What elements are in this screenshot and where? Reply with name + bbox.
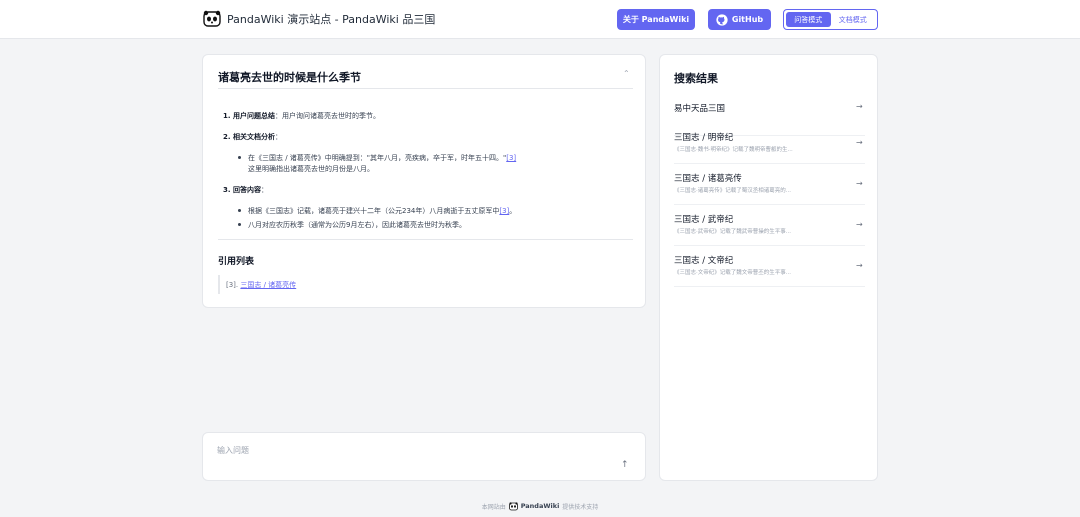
result-snippet: 《三国志·魏书·明帝纪》记载了魏明帝曹叡的生... [674, 147, 793, 153]
search-results-title: 搜索结果 [674, 72, 718, 85]
site-title[interactable]: PandaWiki 演示站点 - PandaWiki 品三国 [227, 11, 435, 27]
github-label: GitHub [731, 15, 764, 24]
section-3-bullet-1-text: 根据《三国志》记载，诸葛亮于建兴十二年（公元234年）八月病逝于五丈原军中 [248, 207, 500, 215]
section-1-label: 1. 用户问题总结 [223, 112, 275, 120]
section-2-bullet-1-cont: 这里明确指出诸葛亮去世的月份是八月。 [248, 165, 374, 173]
references-heading: 引用列表 [218, 257, 255, 267]
reference-index: [3]. [226, 281, 239, 289]
result-divider [674, 286, 865, 287]
answer-section-1: 1. 用户问题总结：用户询问诸葛亮去世时的季节。 [223, 111, 380, 121]
arrow-right-icon: → [856, 102, 863, 111]
mode-qa-option[interactable]: 问答模式 [786, 12, 831, 27]
search-result-item[interactable]: 三国志 / 诸葛亮传 《三国志·诸葛亮传》记载了蜀汉丞相诸葛亮的... → [674, 164, 865, 205]
answer-section-3: 3. 回答内容： [223, 185, 268, 195]
bullet-icon [238, 223, 241, 226]
result-snippet: 《三国志·武帝纪》记载了魏武帝曹操的生平事... [674, 229, 791, 235]
github-button[interactable]: GitHub [708, 9, 771, 30]
mode-toggle: 问答模式 文档模式 [783, 9, 878, 30]
section-2-bullet-1: 在《三国志 / 诸葛亮传》中明确提到："其年八月，亮疾病，卒于军，时年五十四。"… [248, 153, 516, 163]
reference-item: [3]. 三国志 / 诸葛亮传 [226, 280, 296, 290]
arrow-up-send-icon[interactable]: ↑ [621, 460, 629, 470]
result-title: 三国志 / 武帝纪 [674, 215, 734, 225]
section-3-bullet-1-end: 。 [509, 207, 517, 215]
footer-prefix: 本网站由 [481, 503, 506, 511]
answer-card: 诸葛亮去世的时候是什么季节 ⌃ 1. 用户问题总结：用户询问诸葛亮去世时的季节。… [202, 54, 646, 308]
result-title: 三国志 / 诸葛亮传 [674, 174, 742, 184]
footer: 本网站由 PandaWiki 提供技术支持 [0, 500, 1080, 512]
answer-section-2: 2. 相关文档分析： [223, 132, 282, 142]
section-2-colon: ： [274, 133, 282, 141]
citation-link[interactable]: [3] [506, 154, 516, 162]
section-1-text: ：用户询问诸葛亮去世时的季节。 [274, 112, 380, 120]
question-input-card: ↑ [202, 432, 646, 481]
answer-divider [218, 239, 633, 240]
panda-logo-icon [508, 501, 518, 510]
arrow-right-icon: → [856, 220, 863, 229]
arrow-right-icon: → [856, 138, 863, 147]
arrow-right-icon: → [856, 179, 863, 188]
github-icon [716, 13, 728, 26]
search-results-card: 搜索结果 易中天品三国 → 三国志 / 明帝纪 《三国志·魏书·明帝纪》记载了魏… [659, 54, 878, 481]
bullet-icon [238, 156, 241, 159]
result-title: 易中天品三国 [674, 104, 726, 114]
mode-doc-option[interactable]: 文档模式 [831, 12, 876, 27]
section-3-label: 3. 回答内容 [223, 186, 261, 194]
section-3-bullet-2: 八月对应农历秋季（通常为公历9月左右），因此诸葛亮去世时为秋季。 [248, 221, 466, 229]
arrow-right-icon: → [856, 261, 863, 270]
footer-brand-link[interactable]: PandaWiki [521, 502, 560, 510]
section-3-colon: ： [260, 186, 268, 194]
citation-link[interactable]: [3] [499, 207, 509, 215]
search-result-item[interactable]: 三国志 / 文帝纪 《三国志·文帝纪》记载了魏文帝曹丕的生平事... → [674, 246, 865, 287]
footer-suffix: 提供技术支持 [562, 503, 599, 511]
section-3-bullet-1: 根据《三国志》记载，诸葛亮于建兴十二年（公元234年）八月病逝于五丈原军中[3]… [248, 206, 516, 216]
chevron-up-icon[interactable]: ⌃ [623, 69, 630, 78]
question-input[interactable] [217, 443, 617, 457]
search-result-item[interactable]: 三国志 / 武帝纪 《三国志·武帝纪》记载了魏武帝曹操的生平事... → [674, 205, 865, 246]
result-snippet: 《三国志·诸葛亮传》记载了蜀汉丞相诸葛亮的... [674, 188, 791, 194]
panda-logo-icon[interactable] [203, 10, 221, 28]
result-title: 三国志 / 文帝纪 [674, 256, 734, 266]
result-title: 三国志 / 明帝纪 [674, 133, 734, 143]
result-snippet: 《三国志·文帝纪》记载了魏文帝曹丕的生平事... [674, 270, 791, 276]
top-header: PandaWiki 演示站点 - PandaWiki 品三国 关于 PandaW… [0, 0, 1080, 39]
search-result-item[interactable]: 三国志 / 明帝纪 《三国志·魏书·明帝纪》记载了魏明帝曹叡的生... → [674, 123, 865, 164]
question-title: 诸葛亮去世的时候是什么季节 [218, 71, 361, 84]
about-pandawiki-button[interactable]: 关于 PandaWiki [617, 9, 695, 30]
section-2-bullet-1-text: 在《三国志 / 诸葛亮传》中明确提到："其年八月，亮疾病，卒于军，时年五十四。" [248, 154, 507, 162]
bullet-icon [238, 209, 241, 212]
reference-link[interactable]: 三国志 / 诸葛亮传 [240, 281, 296, 289]
section-2-label: 2. 相关文档分析 [223, 133, 275, 141]
reference-quote-bar [218, 275, 220, 294]
question-divider [218, 88, 633, 89]
